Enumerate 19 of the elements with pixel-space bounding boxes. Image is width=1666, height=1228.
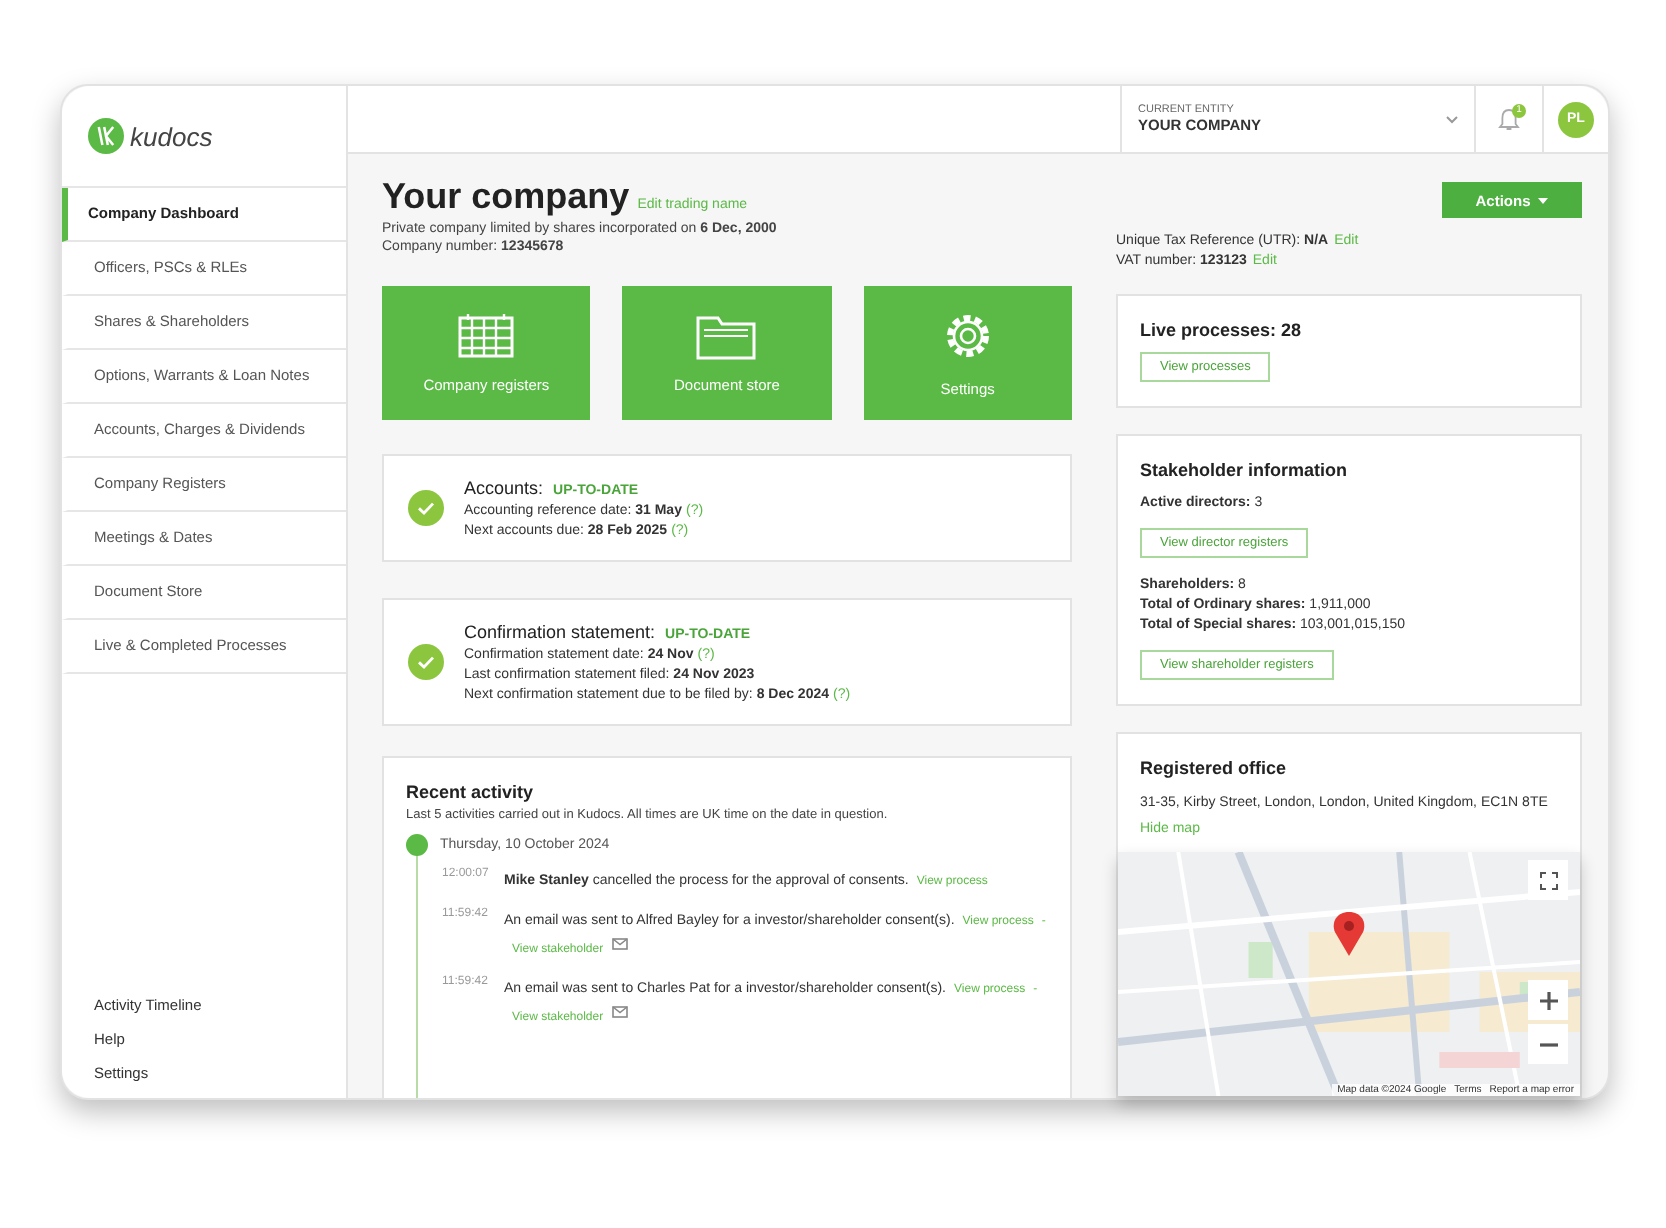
- brand-name: kudocs: [130, 121, 213, 151]
- caret-icon: [1538, 197, 1549, 203]
- card-title: Confirmation statement:: [464, 622, 656, 642]
- card-title: Live processes: 28: [1140, 320, 1304, 340]
- card-title: Stakeholder information: [1140, 460, 1350, 480]
- company-name: Your company: [382, 182, 630, 218]
- logo-icon: [88, 118, 124, 154]
- zoom-out-button[interactable]: [1528, 1024, 1568, 1064]
- card-title: Accounts:: [464, 478, 544, 498]
- card-title: Recent activity: [406, 782, 536, 802]
- table-icon: [458, 312, 515, 360]
- card-title: Registered office: [1140, 758, 1289, 778]
- fullscreen-button[interactable]: [1528, 860, 1568, 900]
- zoom-in-button[interactable]: [1528, 980, 1568, 1020]
- chevron-down-icon: [1446, 115, 1458, 123]
- fullscreen-icon: [1539, 871, 1557, 889]
- timeline-dot: [406, 834, 428, 856]
- folder-icon: [696, 312, 757, 360]
- plus-icon: [1539, 991, 1557, 1009]
